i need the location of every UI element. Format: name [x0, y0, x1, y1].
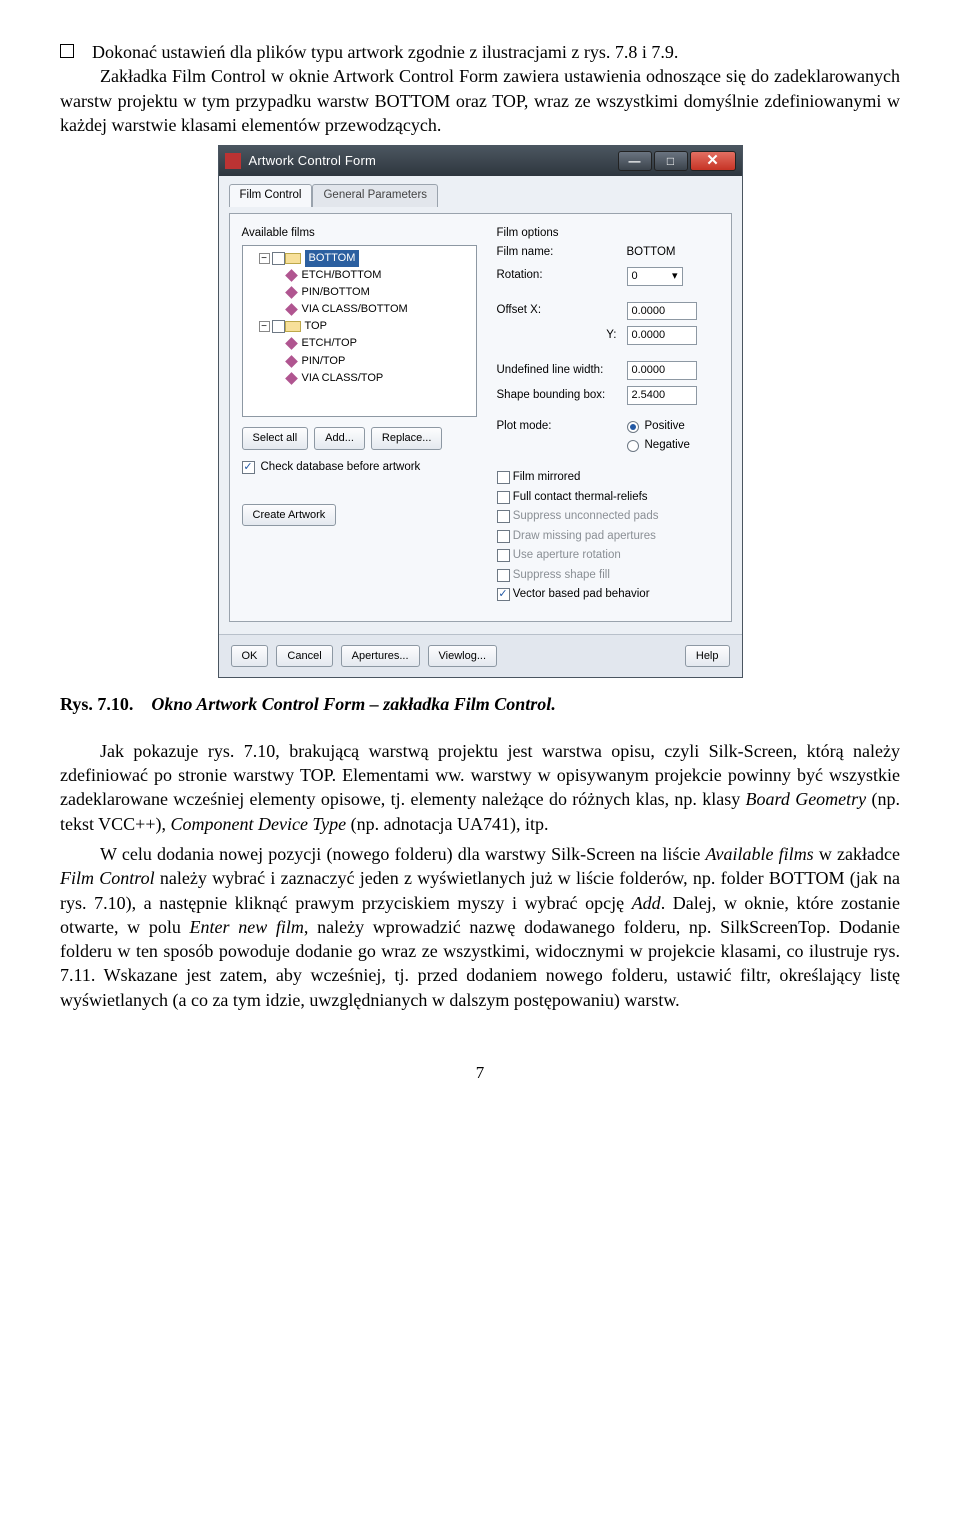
tabs: Film Control General Parameters: [229, 184, 732, 207]
offset-y-input[interactable]: 0.0000: [627, 326, 697, 345]
select-all-button[interactable]: Select all: [242, 427, 309, 450]
check-icon: ✓: [498, 587, 507, 602]
undefined-line-width-label: Undefined line width:: [497, 363, 627, 379]
apertures-button[interactable]: Apertures...: [341, 645, 420, 668]
add-button[interactable]: Add...: [314, 427, 365, 450]
tree-item[interactable]: PIN/BOTTOM: [302, 284, 370, 301]
help-button[interactable]: Help: [685, 645, 730, 668]
tree-item[interactable]: VIA CLASS/BOTTOM: [302, 301, 408, 318]
available-films-label: Available films: [242, 226, 477, 242]
layer-icon: [285, 269, 298, 282]
tree-collapse-icon[interactable]: −: [259, 321, 270, 332]
rotation-label: Rotation:: [497, 268, 627, 284]
app-icon: [225, 153, 241, 169]
artwork-control-form-window: Artwork Control Form — □ ✕ Film Control …: [218, 145, 743, 678]
chevron-down-icon: ▾: [672, 269, 678, 284]
dialog-button-bar: OK Cancel Apertures... Viewlog... Help: [219, 634, 742, 678]
offset-x-input[interactable]: 0.0000: [627, 302, 697, 321]
window-title: Artwork Control Form: [249, 152, 618, 170]
vector-pad-checkbox[interactable]: ✓: [497, 588, 510, 601]
offset-y-label: Y:: [497, 328, 627, 344]
undefined-line-width-input[interactable]: 0.0000: [627, 361, 697, 380]
close-button[interactable]: ✕: [690, 151, 736, 171]
film-name-label: Film name:: [497, 245, 627, 261]
viewlog-button[interactable]: Viewlog...: [428, 645, 498, 668]
offset-x-label: Offset X:: [497, 303, 627, 319]
bullet-text: Dokonać ustawień dla plików typu artwork…: [92, 40, 678, 64]
replace-button[interactable]: Replace...: [371, 427, 443, 450]
positive-radio[interactable]: [627, 421, 639, 433]
rotation-select[interactable]: 0▾: [627, 267, 683, 286]
tree-item-bottom[interactable]: BOTTOM: [305, 250, 360, 267]
layer-icon: [285, 372, 298, 385]
maximize-button[interactable]: □: [654, 151, 688, 171]
suppress-pads-checkbox[interactable]: [497, 510, 510, 523]
tree-item-top[interactable]: TOP: [305, 318, 327, 335]
available-films-tree[interactable]: − BOTTOM ETCH/BOTTOM PIN/BOTTOM VIA CLASS…: [242, 245, 477, 417]
layer-icon: [285, 304, 298, 317]
tree-item[interactable]: ETCH/BOTTOM: [302, 267, 382, 284]
body-paragraph-2: W celu dodania nowej pozycji (nowego fol…: [60, 842, 900, 1012]
tree-item[interactable]: PIN/TOP: [302, 353, 346, 370]
tree-item[interactable]: ETCH/TOP: [302, 335, 357, 352]
film-name-value: BOTTOM: [627, 245, 676, 261]
negative-radio[interactable]: [627, 440, 639, 452]
folder-icon: [285, 321, 301, 332]
check-database-label: Check database before artwork: [261, 460, 421, 476]
film-mirrored-label: Film mirrored: [513, 470, 581, 486]
thermal-reliefs-label: Full contact thermal-reliefs: [513, 490, 648, 506]
suppress-pads-label: Suppress unconnected pads: [513, 509, 659, 525]
layer-icon: [285, 286, 298, 299]
tab-film-control[interactable]: Film Control: [229, 184, 313, 207]
tab-general-parameters[interactable]: General Parameters: [312, 184, 438, 207]
plot-mode-label: Plot mode:: [497, 419, 627, 435]
vector-pad-label: Vector based pad behavior: [513, 587, 650, 603]
aperture-rotation-checkbox[interactable]: [497, 549, 510, 562]
cancel-button[interactable]: Cancel: [276, 645, 332, 668]
film-mirrored-checkbox[interactable]: [497, 471, 510, 484]
draw-missing-label: Draw missing pad apertures: [513, 529, 656, 545]
tree-checkbox[interactable]: [272, 320, 285, 333]
minimize-icon: —: [629, 153, 641, 169]
close-icon: ✕: [706, 151, 719, 171]
titlebar: Artwork Control Form — □ ✕: [219, 146, 742, 176]
caption-text: Okno Artwork Control Form – zakładka Fil…: [151, 694, 555, 714]
ok-button[interactable]: OK: [231, 645, 269, 668]
layer-icon: [285, 338, 298, 351]
draw-missing-checkbox[interactable]: [497, 530, 510, 543]
layer-icon: [285, 355, 298, 368]
tree-checkbox[interactable]: [272, 252, 285, 265]
minimize-button[interactable]: —: [618, 151, 652, 171]
check-database-checkbox[interactable]: ✓: [242, 461, 255, 474]
shape-bounding-box-label: Shape bounding box:: [497, 388, 627, 404]
film-options-label: Film options: [497, 226, 719, 242]
negative-label: Negative: [645, 438, 690, 454]
intro-paragraph: Zakładka Film Control w oknie Artwork Co…: [60, 64, 900, 137]
folder-icon: [285, 253, 301, 264]
check-icon: ✓: [243, 460, 252, 475]
aperture-rotation-label: Use aperture rotation: [513, 548, 621, 564]
bullet-marker: [60, 44, 74, 58]
suppress-shape-checkbox[interactable]: [497, 569, 510, 582]
page-number: 7: [60, 1062, 900, 1085]
maximize-icon: □: [667, 153, 674, 169]
dialog-screenshot: Artwork Control Form — □ ✕ Film Control …: [60, 145, 900, 678]
create-artwork-button[interactable]: Create Artwork: [242, 504, 337, 527]
positive-label: Positive: [645, 419, 685, 435]
shape-bounding-box-input[interactable]: 2.5400: [627, 386, 697, 405]
figure-caption: Rys. 7.10. Okno Artwork Control Form – z…: [60, 692, 900, 716]
caption-label: Rys. 7.10.: [60, 694, 133, 714]
thermal-reliefs-checkbox[interactable]: [497, 491, 510, 504]
suppress-shape-label: Suppress shape fill: [513, 568, 610, 584]
bullet-item: Dokonać ustawień dla plików typu artwork…: [60, 40, 900, 64]
body-paragraph-1: Jak pokazuje rys. 7.10, brakującą warstw…: [60, 739, 900, 836]
tree-collapse-icon[interactable]: −: [259, 253, 270, 264]
tree-item[interactable]: VIA CLASS/TOP: [302, 370, 384, 387]
